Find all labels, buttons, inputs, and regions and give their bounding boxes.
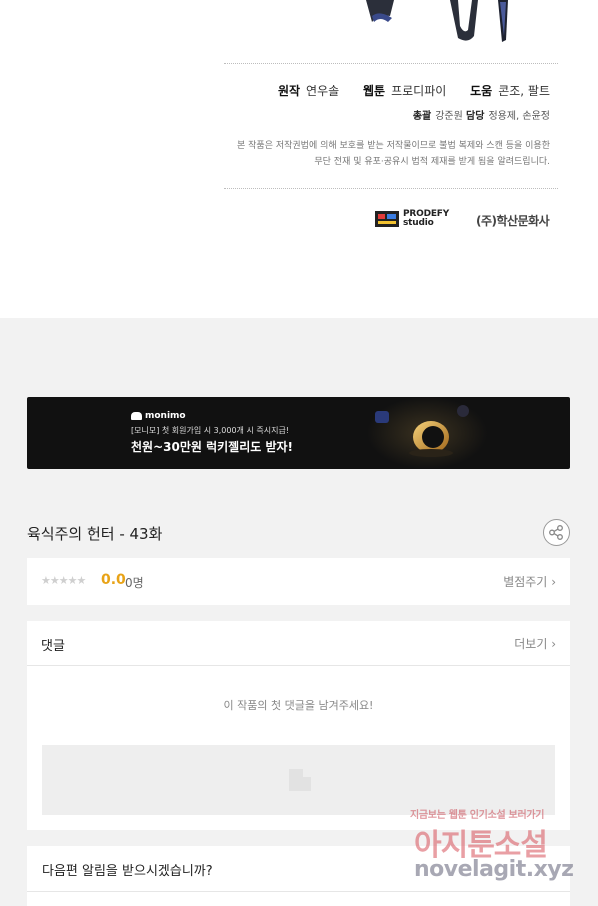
notify-divider — [27, 891, 570, 892]
comments-box: 댓글 더보기 › 이 작품의 첫 댓글을 남겨주세요! — [27, 621, 570, 830]
rating-stars: ★★★★★ — [41, 574, 86, 587]
studio-logo-icon — [375, 211, 399, 227]
divider-dotted — [224, 63, 558, 64]
share-button[interactable] — [543, 519, 570, 546]
supervision-value: 강준원 — [435, 111, 463, 122]
banner-brand: monimo — [131, 411, 186, 421]
supervision-label: 총괄 — [412, 111, 432, 122]
chevron-right-icon: › — [551, 575, 556, 589]
comments-empty-message: 이 작품의 첫 댓글을 남겨주세요! — [223, 699, 374, 712]
manager-value: 정용제, 손윤정 — [488, 111, 550, 122]
rating-box: ★★★★★ 0.0 0명 별점주기 › — [27, 558, 570, 605]
credit-staff-row: 총괄 강준원 담당 정용제, 손윤정 — [413, 107, 550, 122]
chevron-right-icon: › — [551, 637, 556, 651]
comment-placeholder-icon — [289, 769, 311, 791]
comments-more-link[interactable]: 더보기 › — [514, 635, 556, 652]
credit-main-row: 원작 연우솔 웹툰 프로디파이 도움 콘조, 팔트 — [278, 82, 550, 99]
comments-header: 댓글 더보기 › — [27, 621, 570, 666]
studio-logo: PRODEFY studio — [375, 210, 449, 228]
webtoon-author-label: 웹툰 — [362, 84, 386, 98]
original-author-value: 연우솔 — [306, 84, 340, 98]
comments-more-label: 더보기 — [514, 637, 548, 651]
divider-dotted-bottom — [224, 188, 558, 189]
studio-name-line2: studio — [403, 218, 434, 228]
banner-headline: 천원~30만원 럭키젤리도 받자! — [131, 440, 294, 454]
assist-label: 도움 — [470, 84, 493, 98]
banner-jelly-art — [367, 397, 487, 469]
comment-input-area[interactable] — [42, 745, 555, 815]
credits-section: 원작 연우솔 웹툰 프로디파이 도움 콘조, 팔트 총괄 강준원 담당 정용제, 손윤정 … — [0, 0, 598, 318]
notify-box: 다음편 알림을 받으시겠습니까? — [27, 846, 570, 906]
comments-title: 댓글 — [41, 639, 65, 654]
ad-banner[interactable]: monimo [모니모] 첫 회원가입 시 3,000개 시 즉시지급! 천원~… — [27, 397, 570, 469]
rating-score: 0.0 — [101, 572, 126, 588]
copyright-notice-line1: 본 작품은 저작권법에 의해 보호를 받는 저작물이므로 불법 복제와 스캔 등… — [237, 141, 550, 151]
banner-brand-text: monimo — [145, 411, 186, 421]
notify-question: 다음편 알림을 받으시겠습니까? — [42, 864, 213, 879]
rating-voters: 0명 — [125, 576, 144, 590]
original-author-label: 원작 — [277, 84, 301, 98]
title-logo-art — [366, 0, 508, 42]
episode-title: 육식주의 헌터 - 43화 — [27, 525, 163, 543]
webtoon-author-value: 프로디파이 — [391, 84, 447, 98]
banner-subtext: [모니모] 첫 회원가입 시 3,000개 시 즉시지급! — [131, 426, 290, 435]
copyright-notice-line2: 무단 전재 및 유포·공유시 법적 제재를 받게 됨을 알려드립니다. — [314, 157, 550, 167]
share-icon — [549, 525, 563, 540]
copyright-notice: 본 작품은 저작권법에 의해 보호를 받는 저작물이므로 불법 복제와 스캔 등… — [220, 138, 550, 170]
publisher-logo-text: (주)학산문화사 — [476, 214, 550, 228]
rate-link-label: 별점주기 — [503, 575, 548, 589]
manager-label: 담당 — [466, 111, 485, 122]
rate-link[interactable]: 별점주기 › — [503, 573, 556, 590]
assist-value: 콘조, 팔트 — [498, 84, 550, 98]
monimo-icon — [131, 412, 142, 420]
